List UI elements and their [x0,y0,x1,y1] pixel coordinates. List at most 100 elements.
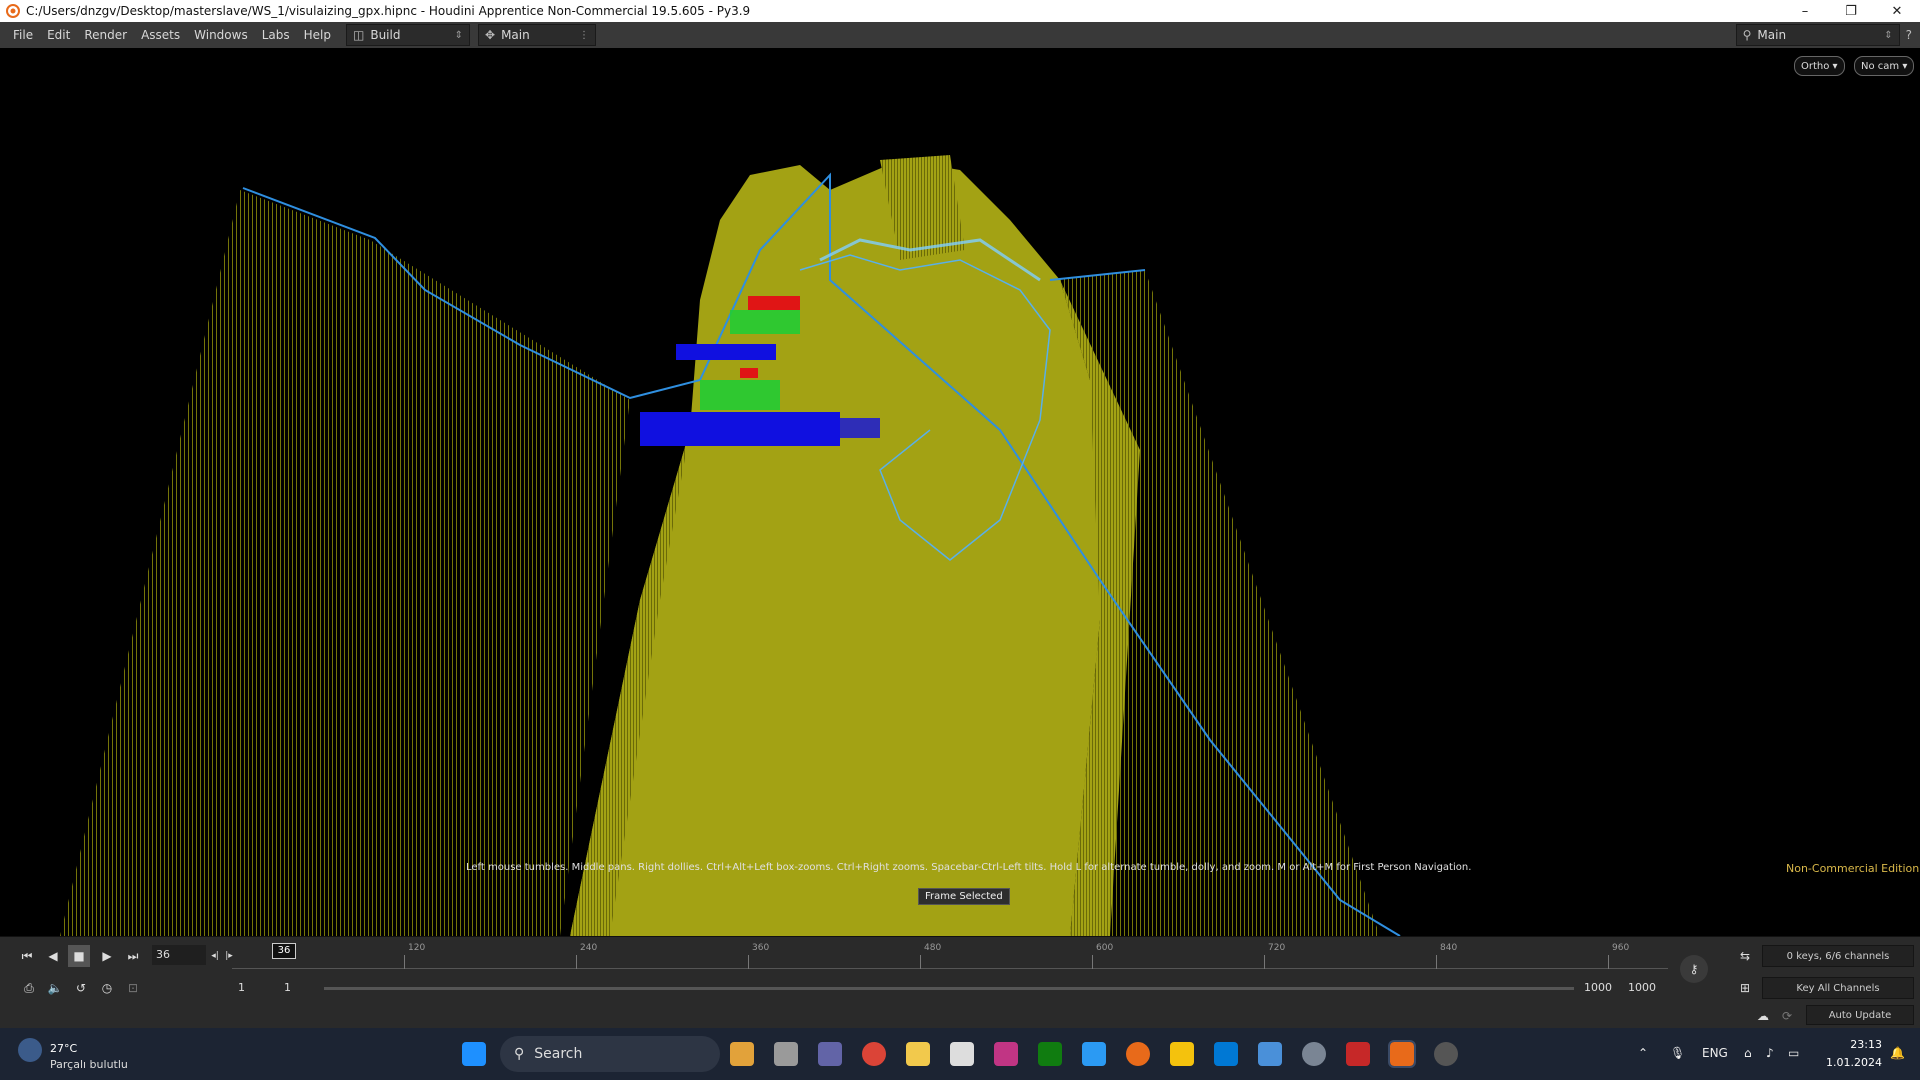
search-label: Search [534,1046,583,1062]
search-icon: ⚲ [514,1046,525,1062]
range-end-field[interactable]: 1000 [1584,981,1612,994]
ruler-label: 240 [580,943,598,953]
chrome-icon[interactable] [862,1042,886,1066]
menu-bar: File Edit Render Assets Windows Labs Hel… [0,22,1920,48]
channel-icon[interactable]: ⇆ [1734,945,1756,967]
chevron-updown-icon: ⇕ [1884,29,1893,41]
ruler-label: 960 [1612,943,1630,953]
houdini-app-icon [6,4,20,18]
range-slider[interactable] [324,987,1574,990]
menu-file[interactable]: File [6,22,40,48]
maximize-button[interactable]: ❐ [1828,0,1874,22]
range-start-field[interactable]: 1 [284,981,291,994]
move-icon: ✥ [485,28,496,42]
start-frame-field[interactable]: 1 [238,981,245,994]
minimize-button[interactable]: – [1782,0,1828,22]
weather-icon[interactable] [18,1038,42,1062]
range-row: ⎙ 🔈 ↺ ◷ ⊡ 1 1 1000 1000 ⊞ Key All Channe… [0,975,1920,1001]
taskbar-search[interactable]: ⚲ Search [500,1036,720,1072]
title-bar: C:/Users/dnzgv/Desktop/masterslave/WS_1/… [0,0,1920,22]
ortho-view-button[interactable]: Ortho ▾ [1794,56,1845,76]
ruler-label: 720 [1268,943,1286,953]
stop-icon[interactable]: ■ [68,945,90,967]
instagram-icon[interactable] [994,1042,1018,1066]
desktop-build-label: Build [370,28,401,42]
fps-icon[interactable]: ⊡ [122,977,144,999]
realtime-icon[interactable]: ⎙ [18,977,40,999]
desktop-build-select[interactable]: ◫ Build ⇕ [346,24,470,46]
network-icon[interactable]: ⌂ [1744,1046,1752,1060]
app-red-icon[interactable] [1346,1042,1370,1066]
tray-chevron-icon[interactable]: ⌃ [1638,1046,1648,1060]
timeline-ruler[interactable]: 36 120 240 360 480 600 720 840 960 [232,943,1668,969]
key-channels-icon[interactable]: ⊞ [1734,977,1756,999]
play-reverse-icon[interactable]: ◀ [42,945,64,967]
weather-desc: Parçalı bulutlu [50,1058,128,1071]
volume-icon[interactable]: ♪ [1766,1046,1774,1060]
menu-labs[interactable]: Labs [255,22,297,48]
close-button[interactable]: ✕ [1874,0,1920,22]
window-title: C:/Users/dnzgv/Desktop/masterslave/WS_1/… [26,4,751,18]
menu-help[interactable]: Help [297,22,338,48]
terrain-render [60,155,1401,936]
teams-icon[interactable] [818,1042,842,1066]
refresh-icon[interactable]: ⟳ [1776,1005,1798,1027]
right-desktop-label: Main [1757,28,1787,42]
file-explorer-icon[interactable] [906,1042,930,1066]
current-frame-field[interactable]: 36 [152,945,206,965]
task-view-icon[interactable] [774,1042,798,1066]
windows-start-icon[interactable] [462,1042,486,1066]
microphone-icon[interactable]: 🎙 [1670,1046,1685,1060]
clock-time[interactable]: 23:13 [1826,1038,1882,1051]
auto-update-select[interactable]: Auto Update [1806,1005,1914,1025]
xbox-icon[interactable] [1038,1042,1062,1066]
desktop-main-select[interactable]: ✥ Main ⋮ [478,24,596,46]
menu-windows[interactable]: Windows [187,22,255,48]
camera-select-button[interactable]: No cam ▾ [1854,56,1915,76]
git-icon[interactable] [1170,1042,1194,1066]
houdini-launcher-icon[interactable] [1126,1042,1150,1066]
ruler-label: 360 [752,943,770,953]
ruler-label: 120 [408,943,426,953]
ruler-label: 840 [1440,943,1458,953]
windows-taskbar: 27°C Parçalı bulutlu ⚲ Search ⌃ 🎙 ENG ⌂ … [0,1028,1920,1080]
help-icon[interactable]: ? [1906,28,1912,42]
end-frame-field[interactable]: 1000 [1628,981,1656,994]
loop-icon[interactable]: ↺ [70,977,92,999]
rhino-icon[interactable] [950,1042,974,1066]
monitor-icon[interactable] [1258,1042,1282,1066]
notification-icon[interactable]: 🔔 [1890,1046,1905,1060]
battery-icon[interactable]: ▭ [1788,1046,1799,1060]
vscode-icon[interactable] [1214,1042,1238,1066]
navigation-hint: Left mouse tumbles. Middle pans. Right d… [466,862,1472,873]
edition-label: Non-Commercial Edition [1786,862,1920,875]
menu-render[interactable]: Render [77,22,134,48]
app-misc-icon[interactable] [1434,1042,1458,1066]
frame-selected-tooltip: Frame Selected [918,888,1010,905]
red-block [748,296,800,310]
ruler-label: 600 [1096,943,1114,953]
settings-icon[interactable] [1302,1042,1326,1066]
menu-edit[interactable]: Edit [40,22,77,48]
audio-icon[interactable]: 🔈 [44,977,66,999]
clock-icon[interactable]: ◷ [96,977,118,999]
chevron-updown-icon: ⇕ [454,29,463,41]
menu-assets[interactable]: Assets [134,22,187,48]
widgets-icon[interactable] [730,1042,754,1066]
jump-to-start-icon[interactable]: ⏮ [16,945,38,967]
right-desktop-select[interactable]: ⚲ Main ⇕ [1735,24,1900,46]
key-all-channels-button[interactable]: Key All Channels [1762,977,1914,999]
scene-viewport[interactable]: Ortho ▾ No cam ▾ [0,48,1920,936]
layout-icon: ◫ [353,28,365,42]
network-icon: ⚲ [1742,28,1752,42]
weather-temp: 27°C [50,1042,78,1055]
clock-date[interactable]: 1.01.2024 [1820,1056,1882,1069]
play-icon[interactable]: ▶ [96,945,118,967]
cloud-icon[interactable]: ☁ [1752,1005,1774,1027]
notepad-icon[interactable] [1082,1042,1106,1066]
jump-to-end-icon[interactable]: ⏭ [122,945,144,967]
houdini-active-icon[interactable] [1388,1040,1416,1068]
keys-info-field[interactable]: 0 keys, 6/6 channels [1762,945,1914,967]
language-indicator[interactable]: ENG [1702,1046,1728,1060]
timeline-cursor[interactable]: 36 [272,943,296,959]
